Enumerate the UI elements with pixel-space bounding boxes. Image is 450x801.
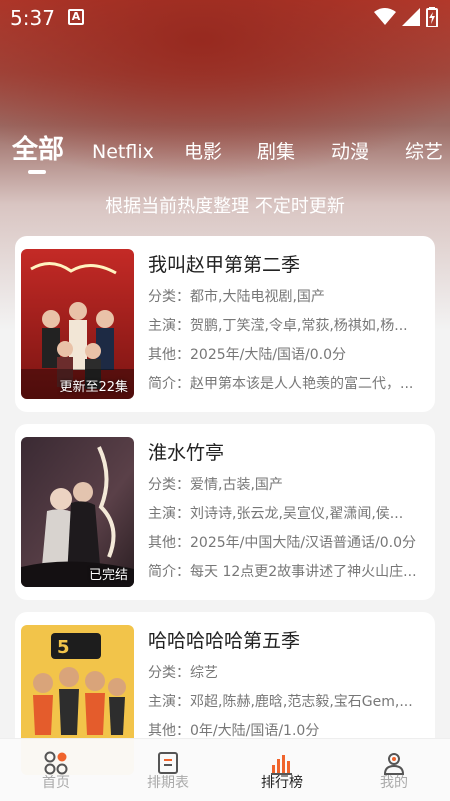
status-icons bbox=[374, 7, 438, 27]
show-other-info: 其他：0年/大陆/国语/1.0分 bbox=[148, 723, 320, 739]
nav-home-label: 首页 bbox=[42, 775, 70, 791]
poster-image[interactable]: 更新至22集 bbox=[21, 249, 134, 399]
show-other-info: 其他：2025年/中国大陆/汉语普通话/0.0分 bbox=[148, 535, 417, 551]
status-badge: 已完结 bbox=[88, 568, 128, 583]
tab-netflix[interactable]: Netflix bbox=[92, 132, 154, 172]
show-title[interactable]: 淮水竹亭 bbox=[148, 438, 224, 465]
show-intro: 简介：赵甲第本该是人人艳羡的富二代，... bbox=[148, 376, 414, 392]
show-other-info: 其他：2025年/大陆/国语/0.0分 bbox=[148, 347, 347, 363]
nav-profile-label: 我的 bbox=[380, 775, 408, 791]
ranking-card[interactable]: 已完结 淮水竹亭 分类：爱情,古装,国产 主演：刘诗诗,张云龙,吴宣仪,翟潇闻,… bbox=[15, 424, 435, 600]
status-time: 5:37 bbox=[10, 6, 55, 30]
bottom-navigation: 首页 排期表 排行榜 我的 bbox=[0, 738, 450, 801]
ranking-subtitle: 根据当前热度整理 不定时更新 bbox=[105, 196, 345, 217]
nav-ranking-label: 排行榜 bbox=[261, 775, 303, 791]
show-category: 分类：都市,大陆电视剧,国产 bbox=[148, 289, 325, 305]
status-bar: 5:37 A bbox=[0, 0, 450, 36]
category-tabs: 全部 Netflix 电影 剧集 动漫 综艺 bbox=[0, 130, 450, 180]
poster-image[interactable]: 已完结 bbox=[21, 437, 134, 587]
nav-ranking[interactable]: 排行榜 bbox=[226, 739, 338, 801]
ranking-card[interactable]: 更新至22集 我叫赵甲第第二季 分类：都市,大陆电视剧,国产 主演：贺鹏,丁笑滢… bbox=[15, 236, 435, 412]
show-title[interactable]: 哈哈哈哈哈第五季 bbox=[148, 626, 300, 653]
active-tab-indicator bbox=[28, 170, 46, 174]
show-title[interactable]: 我叫赵甲第第二季 bbox=[148, 250, 300, 277]
show-cast: 主演：邓超,陈赫,鹿晗,范志毅,宝石Gem,... bbox=[148, 694, 413, 710]
nav-schedule[interactable]: 排期表 bbox=[112, 739, 224, 801]
signal-icon bbox=[402, 8, 420, 26]
wifi-icon bbox=[374, 8, 396, 25]
battery-icon bbox=[426, 7, 438, 27]
tab-series[interactable]: 剧集 bbox=[257, 132, 295, 172]
notification-icon: A bbox=[68, 9, 84, 25]
svg-text:5: 5 bbox=[57, 637, 70, 658]
show-intro: 简介：每天 12点更2故事讲述了神火山庄... bbox=[148, 564, 417, 580]
show-cast: 主演：贺鹏,丁笑滢,令卓,常荻,杨祺如,杨... bbox=[148, 318, 408, 334]
show-category: 分类：爱情,古装,国产 bbox=[148, 477, 283, 493]
show-category: 分类：综艺 bbox=[148, 665, 218, 681]
tab-all[interactable]: 全部 bbox=[12, 130, 64, 170]
show-cast: 主演：刘诗诗,张云龙,吴宣仪,翟潇闻,侯... bbox=[148, 506, 404, 522]
tab-movies[interactable]: 电影 bbox=[184, 132, 222, 172]
tab-variety[interactable]: 综艺 bbox=[405, 132, 443, 172]
episode-badge: 更新至22集 bbox=[59, 380, 128, 395]
nav-profile[interactable]: 我的 bbox=[338, 739, 450, 801]
nav-home[interactable]: 首页 bbox=[0, 739, 112, 801]
nav-schedule-label: 排期表 bbox=[147, 775, 189, 791]
tab-anime[interactable]: 动漫 bbox=[331, 132, 369, 172]
